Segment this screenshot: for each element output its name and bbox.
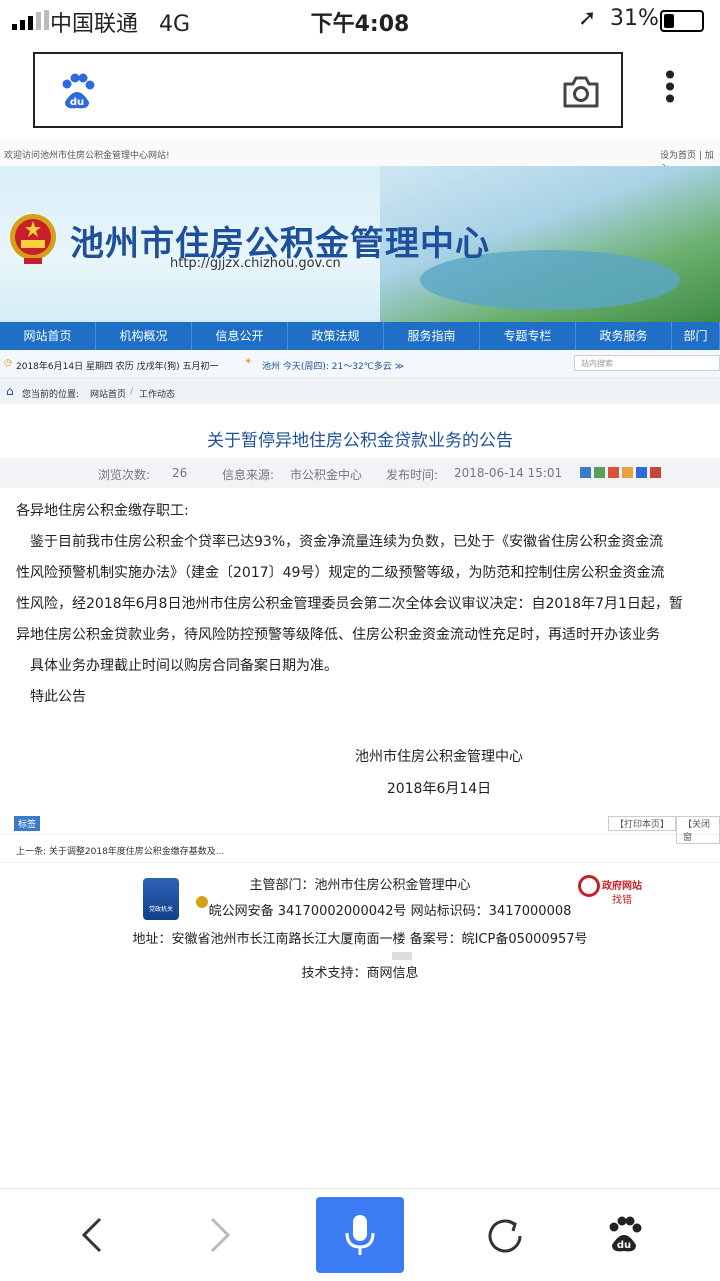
time-value: 2018-06-14 15:01 — [454, 466, 563, 480]
article-date: 2018年6月14日 — [386, 781, 492, 797]
footer-dept: 主管部门：池州市住房公积金管理中心 — [249, 878, 471, 893]
article-title: 关于暂停异地住房公积金贷款业务的公告 — [207, 431, 513, 451]
home-icon: ⌂ — [6, 384, 14, 398]
article-body: 各异地住房公积金缴存职工: 鉴于目前我市住房公积金个贷率已达93%，资金净流量连… — [16, 496, 720, 713]
breadcrumb-current[interactable]: 工作动态 — [139, 387, 175, 400]
weather-icon: ☀ — [244, 357, 253, 367]
views-label: 浏览次数: — [98, 468, 151, 482]
article-line: 各异地住房公积金缴存职工: — [16, 503, 189, 519]
close-window-button[interactable]: 【关闭窗 — [676, 816, 720, 844]
svg-text:du: du — [70, 97, 84, 108]
nav-item-about[interactable]: 机构概况 — [96, 322, 192, 350]
breadcrumb-home[interactable]: 网站首页 — [90, 387, 126, 400]
svg-text:du: du — [617, 1240, 631, 1251]
footer-address: 地址：安徽省池州市长江南路长江大厦南面一楼 备案号：皖ICP备05000957号 — [132, 932, 588, 947]
breadcrumb: ⌂ 您当前的位置: 网站首页 / 工作动态 — [0, 380, 720, 404]
welcome-text: 欢迎访问池州市住房公积金管理中心网站! — [4, 151, 170, 161]
nav-item-topics[interactable]: 专题专栏 — [480, 322, 576, 350]
tag-label: 标签 — [14, 816, 41, 831]
footer-divider — [0, 862, 720, 863]
webpage: 欢迎访问池州市住房公积金管理中心网站! 设为首页 | 加入 池州市住房公积金管理… — [0, 140, 720, 1180]
source-label: 信息来源: — [222, 468, 275, 482]
share-icons — [580, 467, 661, 478]
location-icon: ➚ — [578, 6, 597, 31]
source-value: 市公积金中心 — [290, 468, 363, 482]
article-line: 特此公告 — [16, 689, 86, 705]
nav-item-dept[interactable]: 部门 — [672, 322, 720, 350]
share-icon[interactable] — [608, 467, 619, 478]
forward-arrow-icon[interactable] — [202, 1215, 238, 1255]
time-label: 发布时间: — [386, 468, 439, 482]
footer-support: 技术支持：商网信息 — [301, 966, 419, 981]
back-arrow-icon[interactable] — [74, 1215, 110, 1255]
status-bar: 中国联通 4G 下午4:08 ➚ 31% — [0, 0, 720, 40]
baidu-home-icon[interactable]: du — [604, 1215, 644, 1255]
article-meta: 浏览次数: 26 信息来源: 市公积金中心 发布时间: 2018-06-14 1… — [0, 458, 720, 488]
share-icon[interactable] — [622, 467, 633, 478]
nav-item-guide[interactable]: 服务指南 — [384, 322, 480, 350]
tag-bar: 标签 【打印本页】 【关闭窗 — [0, 812, 720, 844]
national-emblem-icon — [10, 214, 56, 264]
site-url: http://gjjzx.chizhou.gov.cn — [170, 256, 341, 271]
share-icon[interactable] — [580, 467, 591, 478]
nav-item-disclosure[interactable]: 信息公开 — [192, 322, 288, 350]
clock-icon: ◷ — [4, 358, 12, 368]
nav-item-policy[interactable]: 政策法规 — [288, 322, 384, 350]
nav-item-home[interactable]: 网站首页 — [0, 322, 96, 350]
print-button[interactable]: 【打印本页】 — [608, 816, 677, 831]
voice-search-button[interactable] — [316, 1197, 404, 1273]
article-line: 异地住房公积金贷款业务，待风险防控预警等级降低、住房公积金资金流动性充足时，再适… — [16, 627, 660, 643]
microphone-icon — [345, 1215, 375, 1255]
prev-article-link[interactable]: 上一条: 关于调整2018年度住房公积金缴存基数及... — [16, 844, 224, 857]
refresh-icon[interactable] — [484, 1215, 526, 1257]
weather-text: 池州 今天(周四): 21～32℃多云 ≫ — [262, 362, 405, 372]
battery-icon — [660, 10, 704, 32]
battery-percent: 31% — [610, 6, 659, 31]
address-bar[interactable]: du — [33, 52, 623, 128]
share-icon[interactable] — [636, 467, 647, 478]
more-menu-icon[interactable]: • • • — [660, 62, 680, 114]
camera-icon[interactable] — [561, 74, 601, 110]
date-text: 2018年6月14日 星期四 农历 戊戌年(狗) 五月初一 — [16, 362, 219, 372]
site-banner: 池州市住房公积金管理中心 http://gjjzx.chizhou.gov.cn — [0, 166, 720, 322]
article-line: 鉴于目前我市住房公积金个贷率已达93%，资金净流量连续为负数，已处于《安徽省住房… — [16, 534, 664, 550]
breadcrumb-label: 您当前的位置: — [22, 390, 80, 400]
views-count: 26 — [172, 466, 188, 480]
article-line: 性风险，经2018年6月8日池州市住房公积金管理委员会第二次全体会议审议决定：自… — [16, 596, 683, 612]
breadcrumb-sep: / — [130, 387, 134, 397]
cnzz-badge-icon[interactable] — [392, 952, 412, 960]
nav-item-services[interactable]: 政务服务 — [576, 322, 672, 350]
info-bar: ◷ 2018年6月14日 星期四 农历 戊戌年(狗) 五月初一 ☀ 池州 今天(… — [0, 350, 720, 379]
site-search-input[interactable]: 站内搜索 — [574, 355, 720, 371]
share-icon[interactable] — [594, 467, 605, 478]
top-line: 欢迎访问池州市住房公积金管理中心网站! 设为首页 | 加入 — [0, 140, 720, 174]
article-line: 性风险预警机制实施办法》（建金〔2017〕49号）规定的二级预警等级，为防范和控… — [16, 565, 665, 581]
article-signer: 池州市住房公积金管理中心 — [355, 749, 523, 765]
share-icon[interactable] — [650, 467, 661, 478]
site-nav: 网站首页 机构概况 信息公开 政策法规 服务指南 专题专栏 政务服务 部门 — [0, 322, 720, 350]
footer-record[interactable]: 皖公网安备 34170002000042号 网站标识码：3417000008 — [30, 900, 720, 919]
browser-toolbar: du — [0, 1188, 720, 1281]
baidu-paw-icon[interactable]: du — [57, 72, 97, 112]
article-line: 具体业务办理截止时间以购房合同备案日期为准。 — [16, 658, 338, 674]
